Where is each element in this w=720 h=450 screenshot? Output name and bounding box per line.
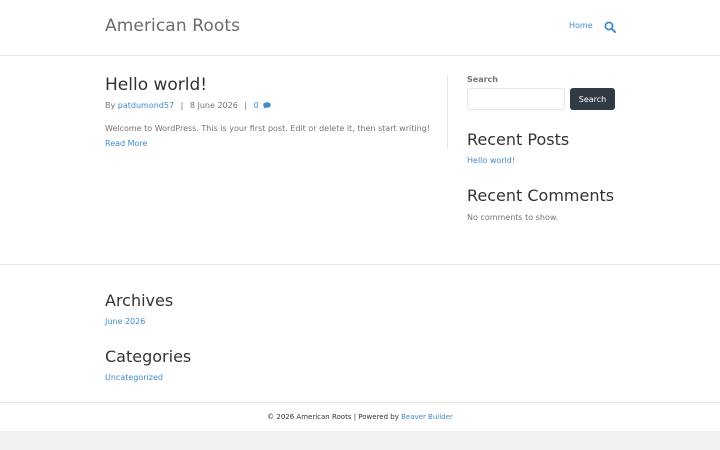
category-link[interactable]: Uncategorized [105, 373, 163, 382]
post-date: 8 June 2026 [189, 101, 238, 110]
comment-count: 0 [253, 101, 259, 110]
archives-heading: Archives [105, 291, 174, 310]
post-meta: By patdumond57 | 8 June 2026 | 0 [105, 101, 272, 110]
search-button[interactable]: Search [570, 88, 615, 110]
sidebar-divider [447, 76, 448, 148]
site-title[interactable]: American Roots [105, 16, 240, 36]
site-header: American Roots Home [0, 0, 720, 56]
meta-separator: | [180, 101, 184, 110]
post-author-link[interactable]: patdumond57 [118, 101, 174, 110]
footer-widgets: Archives June 2026 Categories Uncategori… [0, 264, 720, 402]
beaver-builder-link[interactable]: Beaver Builder [401, 413, 453, 421]
recent-post-link[interactable]: Hello world! [467, 156, 515, 165]
recent-posts-heading: Recent Posts [467, 130, 570, 149]
comment-icon [263, 102, 272, 109]
no-comments-text: No comments to show. [467, 213, 559, 222]
post-meta-by-label: By [105, 101, 116, 110]
post-excerpt: Welcome to WordPress. This is your first… [105, 124, 430, 133]
search-input[interactable] [467, 88, 565, 110]
nav-item-home[interactable]: Home [569, 21, 593, 30]
meta-separator: | [244, 101, 248, 110]
bottom-bar [0, 431, 720, 450]
categories-heading: Categories [105, 347, 192, 366]
footer-text: © 2026 American Roots | Powered by Beave… [267, 413, 453, 421]
site-footer: © 2026 American Roots | Powered by Beave… [0, 402, 720, 431]
post-comments-link[interactable]: 0 [254, 101, 272, 110]
read-more-link[interactable]: Read More [105, 139, 147, 148]
main-content: Hello world! By patdumond57 | 8 June 202… [0, 56, 720, 264]
copyright-text: © 2026 American Roots | Powered by [267, 413, 399, 421]
post-title[interactable]: Hello world! [105, 75, 207, 95]
recent-comments-heading: Recent Comments [467, 186, 615, 205]
archive-link[interactable]: June 2026 [105, 317, 145, 326]
search-icon[interactable] [604, 21, 616, 33]
search-widget-label: Search [467, 75, 498, 84]
